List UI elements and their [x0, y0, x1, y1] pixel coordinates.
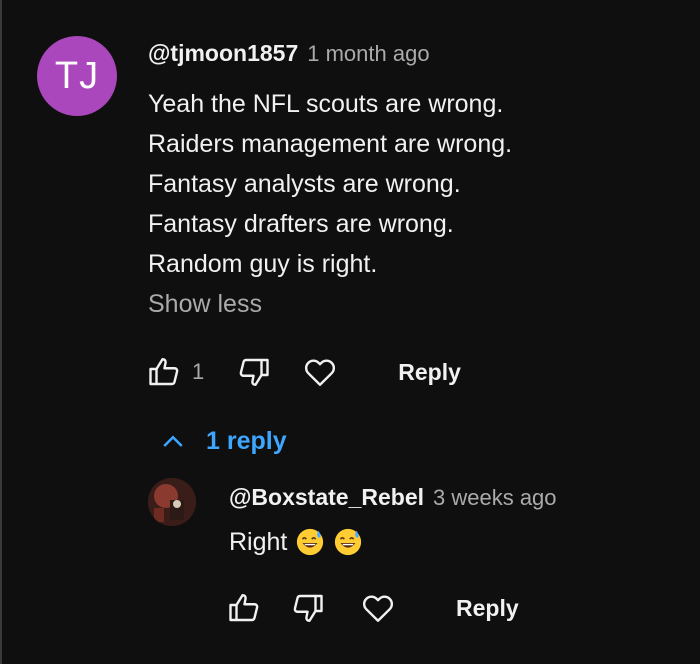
comment-line: Yeah the NFL scouts are wrong. [148, 90, 504, 118]
comment-actions: 1 Reply [144, 352, 461, 392]
reply-button[interactable]: Reply [398, 359, 461, 386]
show-less-button[interactable]: Show less [148, 290, 262, 319]
reply-actions: Reply [224, 588, 519, 628]
reply-text-content: Right [229, 527, 288, 556]
dislike-button[interactable] [234, 352, 274, 392]
comment-line: Random guy is right. [148, 250, 378, 278]
heart-icon [362, 595, 394, 622]
replies-toggle[interactable]: 1 reply [158, 426, 287, 456]
comment-line: Fantasy drafters are wrong. [148, 210, 454, 238]
replies-count-label: 1 reply [206, 426, 287, 455]
thumbs-down-icon [239, 358, 269, 386]
like-button[interactable] [144, 352, 184, 392]
comment-timestamp[interactable]: 1 month ago [307, 41, 429, 67]
reply-author[interactable]: @Boxstate_Rebel [229, 484, 424, 511]
thumbs-up-icon [149, 358, 179, 386]
reply-text: Right [229, 527, 363, 557]
comment-line: Raiders management are wrong. [148, 130, 513, 158]
comment-author[interactable]: @tjmoon1857 [148, 40, 298, 67]
reply-reply-button[interactable]: Reply [456, 595, 519, 622]
chevron-up-icon [163, 435, 183, 447]
heart-icon [305, 359, 336, 386]
reply-dislike-button[interactable] [288, 588, 328, 628]
reply-timestamp[interactable]: 3 weeks ago [433, 485, 557, 511]
like-count: 1 [192, 359, 205, 384]
thumbs-up-icon [229, 594, 259, 622]
comment-line: Fantasy analysts are wrong. [148, 170, 461, 198]
thumbs-down-icon [293, 594, 323, 622]
reply-heart-button[interactable] [358, 588, 398, 628]
heart-button[interactable] [300, 352, 340, 392]
reply-avatar[interactable] [148, 478, 196, 526]
thread-border [0, 0, 2, 664]
comment-header: @tjmoon1857 1 month ago [148, 40, 430, 67]
grinning-face-with-sweat-icon [335, 528, 362, 556]
avatar[interactable]: TJ [37, 36, 117, 116]
reply-header: @Boxstate_Rebel 3 weeks ago [229, 484, 557, 511]
reply-like-button[interactable] [224, 588, 264, 628]
avatar-initials: TJ [54, 54, 100, 97]
grinning-face-with-sweat-icon [297, 528, 324, 556]
comment-text: Yeah the NFL scouts are wrong. Raiders m… [148, 84, 512, 284]
reply-avatar-image [148, 478, 196, 526]
